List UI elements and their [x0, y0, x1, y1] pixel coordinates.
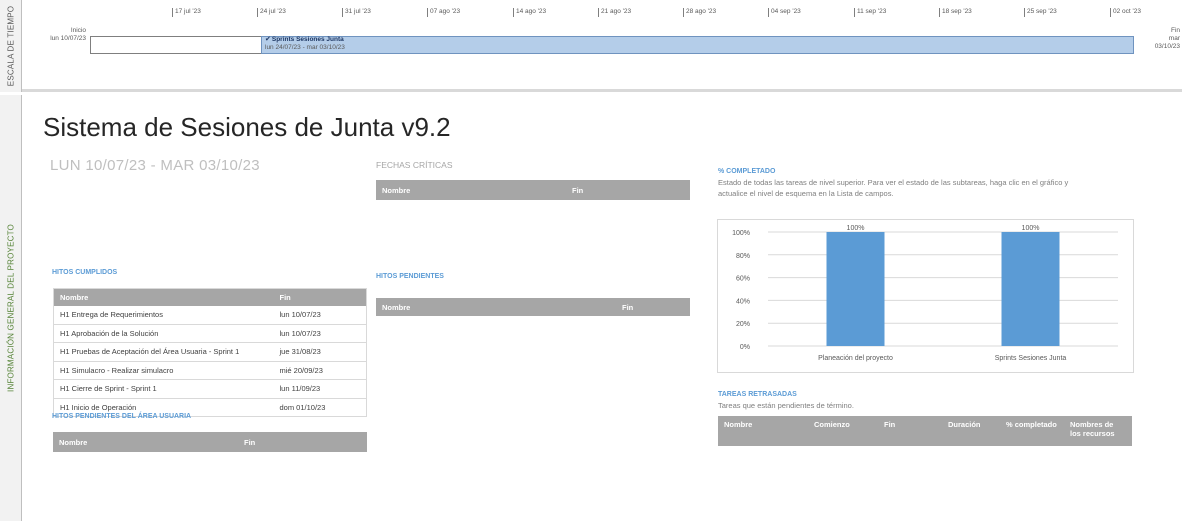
report-title[interactable]: Sistema de Sesiones de Junta v9.2: [43, 112, 451, 143]
percent-complete-description: Estado de todas las tareas de nivel supe…: [718, 178, 1069, 198]
pending-milestones-heading: HITOS PENDIENTES: [376, 273, 444, 280]
column-header[interactable]: Nombres de los recursos: [1064, 416, 1132, 446]
milestone-date: lun 10/07/23: [273, 324, 367, 343]
timeline-tick: 18 sep '23: [939, 8, 972, 17]
report-side-tab: INFORMACIÓN GENERAL DEL PROYECTO: [0, 95, 22, 521]
timeline-task-name: Sprints Sesiones Junta: [271, 36, 344, 43]
timeline-tick: 14 ago '23: [513, 8, 546, 17]
timeline-tick: 17 jul '23: [172, 8, 201, 17]
chart-x-tick-label: Planeación del proyecto: [818, 355, 893, 362]
timeline-end: Fin mar 03/10/23: [1142, 27, 1180, 51]
timeline-end-label: Fin: [1170, 27, 1180, 34]
pending-milestones-table[interactable]: Nombre Fin: [376, 298, 690, 316]
timeline-start-date: lun 10/07/23: [50, 35, 86, 42]
late-tasks-subtitle: Tareas que están pendientes de término.: [718, 401, 854, 410]
chart-data-label: 100%: [1022, 225, 1040, 232]
percent-complete-chart[interactable]: 0% 20% 40% 60% 80% 100% 100% Planeación del pro…: [717, 219, 1134, 373]
milestone-date: dom 01/10/23: [273, 398, 367, 417]
timeline-tick: 28 ago '23: [683, 8, 716, 17]
critical-dates-table[interactable]: Nombre Fin: [376, 180, 690, 200]
table-row[interactable]: H1 Aprobación de la Solución lun 10/07/23: [53, 324, 367, 343]
report-panel[interactable]: INFORMACIÓN GENERAL DEL PROYECTO Sistema…: [0, 95, 1182, 521]
chart-y-tick-label: 60%: [736, 276, 750, 283]
column-header[interactable]: Duración: [942, 416, 1000, 446]
check-icon: ✔: [265, 36, 271, 43]
chart-y-tick-label: 100%: [732, 230, 750, 237]
timeline-task-dates: lun 24/07/23 - mar 03/10/23: [265, 43, 345, 51]
chart-y-tick-label: 80%: [736, 253, 750, 260]
milestone-name: H1 Aprobación de la Solución: [53, 324, 274, 343]
report-side-label: INFORMACIÓN GENERAL DEL PROYECTO: [6, 224, 15, 392]
percent-complete-heading: % COMPLETADO: [718, 168, 776, 175]
timeline-tick: 02 oct '23: [1110, 8, 1141, 17]
milestone-date: lun 11/09/23: [273, 379, 367, 399]
completed-milestones-heading: HITOS CUMPLIDOS: [52, 269, 118, 276]
column-header[interactable]: % completado: [1000, 416, 1064, 446]
late-tasks-table[interactable]: Nombre Comienzo Fin Duración % completad…: [718, 416, 1132, 446]
chart-y-tick-label: 20%: [736, 321, 750, 328]
column-header[interactable]: Fin: [273, 288, 367, 306]
chart-x-tick-label: Sprints Sesiones Junta: [995, 355, 1067, 362]
timeline-tick: 24 jul '23: [257, 8, 286, 17]
table-row[interactable]: H1 Simulacro - Realizar simulacro mié 20/…: [53, 361, 367, 380]
chart-y-tick-label: 0%: [740, 344, 750, 351]
milestone-date: lun 10/07/23: [273, 305, 367, 325]
timeline-tick: 25 sep '23: [1024, 8, 1057, 17]
chart-bar[interactable]: [1001, 232, 1060, 346]
column-header[interactable]: Fin: [238, 432, 367, 452]
timeline-task-label: ✔Sprints Sesiones Junta lun 24/07/23 - m…: [265, 36, 345, 51]
pending-user-milestones-heading: HITOS PENDIENTES DEL ÁREA USUARIA: [52, 413, 192, 420]
milestone-date: mié 20/09/23: [273, 361, 367, 380]
chart-svg: 0% 20% 40% 60% 80% 100% 100% Planeación del pro…: [732, 225, 1118, 362]
timeline-side-tab: ESCALA DE TIEMPO: [0, 0, 22, 92]
critical-dates-heading: FECHAS CRÍTICAS: [376, 160, 453, 170]
column-header[interactable]: Comienzo: [808, 416, 878, 446]
chart-data-label: 100%: [847, 225, 865, 232]
column-header[interactable]: Nombre: [718, 416, 808, 446]
project-date-range: LUN 10/07/23 - MAR 03/10/23: [50, 157, 260, 174]
milestone-name: H1 Entrega de Requerimientos: [53, 305, 274, 325]
timeline-end-date: mar 03/10/23: [1154, 35, 1180, 50]
timeline-tick: 11 sep '23: [854, 8, 886, 17]
chart-bar[interactable]: [826, 232, 885, 346]
milestone-name: H1 Simulacro - Realizar simulacro: [53, 361, 274, 380]
timeline-tick: 04 sep '23: [768, 8, 801, 17]
timeline-side-label: ESCALA DE TIEMPO: [6, 5, 15, 87]
column-header[interactable]: Fin: [566, 180, 690, 200]
timeline-start-label: Inicio: [70, 27, 86, 34]
late-tasks-heading: TAREAS RETRASADAS: [718, 391, 797, 398]
chart-y-tick-label: 40%: [736, 298, 750, 305]
timeline-tick: 07 ago '23: [427, 8, 460, 17]
milestone-name: H1 Cierre de Sprint - Sprint 1: [53, 379, 274, 399]
column-header[interactable]: Nombre: [376, 298, 616, 316]
milestone-date: jue 31/08/23: [273, 342, 367, 362]
table-row[interactable]: H1 Cierre de Sprint - Sprint 1 lun 11/09/…: [53, 379, 367, 399]
table-row[interactable]: H1 Entrega de Requerimientos lun 10/07/23: [53, 305, 367, 325]
column-header[interactable]: Nombre: [376, 180, 566, 200]
pending-user-milestones-table[interactable]: Nombre Fin: [53, 432, 367, 452]
column-header[interactable]: Fin: [616, 298, 690, 316]
timeline-start: Inicio lun 10/07/23: [40, 27, 86, 43]
column-header[interactable]: Nombre: [53, 288, 274, 306]
column-header[interactable]: Nombre: [53, 432, 238, 452]
column-header[interactable]: Fin: [878, 416, 942, 446]
timeline-tick: 21 ago '23: [598, 8, 631, 17]
timeline-panel[interactable]: ESCALA DE TIEMPO 17 jul '23 24 jul '23 3…: [0, 0, 1182, 92]
timeline-tick: 31 jul '23: [342, 8, 371, 17]
milestone-name: H1 Pruebas de Aceptación del Área Usuari…: [53, 342, 274, 362]
table-row[interactable]: H1 Pruebas de Aceptación del Área Usuari…: [53, 342, 367, 362]
timeline-task-bar[interactable]: [261, 36, 1134, 54]
completed-milestones-table[interactable]: Nombre Fin H1 Entrega de Requerimientos l…: [53, 288, 367, 417]
